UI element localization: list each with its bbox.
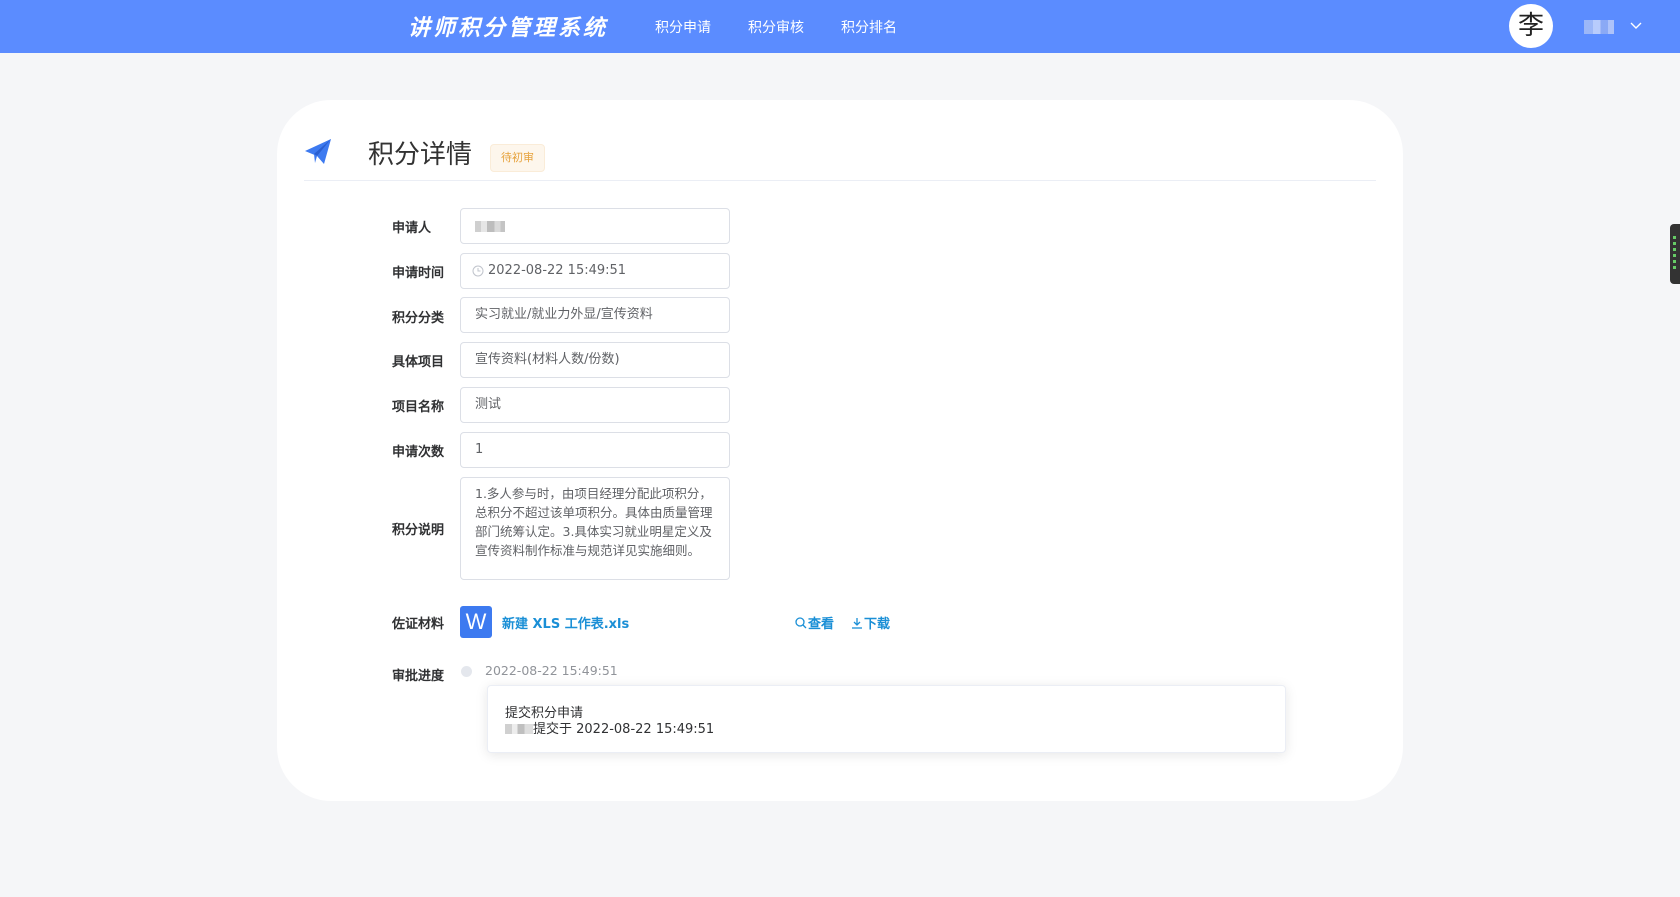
view-file-button[interactable]: 查看 (795, 613, 834, 632)
item-field: 宣传资料(材料人数/份数) (460, 342, 730, 378)
label-apply-count: 申请次数 (392, 445, 445, 460)
avatar[interactable]: 李 (1509, 4, 1553, 48)
timeline-card: 提交积分申请 提交于 2022-08-22 15:49:51 (487, 685, 1286, 753)
label-progress: 审批进度 (392, 669, 445, 684)
download-icon (852, 618, 862, 629)
project-name-field: 测试 (460, 387, 730, 423)
download-label: 下载 (864, 617, 891, 632)
page-title: 积分详情 (368, 140, 473, 170)
submitter-redacted (505, 724, 533, 734)
nav-apply-points[interactable]: 积分申请 (655, 17, 711, 37)
app-brand: 讲师积分管理系统 (408, 15, 609, 41)
word-file-icon: W (460, 606, 492, 638)
label-apply-time: 申请时间 (392, 266, 445, 281)
timeline-detail: 提交于 2022-08-22 15:49:51 (505, 718, 714, 737)
applicant-field (460, 208, 730, 244)
status-badge: 待初审 (490, 144, 545, 172)
label-project-name: 项目名称 (392, 400, 445, 415)
apply-time-field: 2022-08-22 15:49:51 (460, 253, 730, 289)
side-floating-tab[interactable] (1670, 224, 1680, 284)
nav-review-points[interactable]: 积分审核 (748, 17, 804, 37)
timeline-dot (461, 666, 472, 677)
label-applicant: 申请人 (392, 221, 432, 236)
evidence-file-link[interactable]: 新建 XLS 工作表.xls (502, 613, 629, 632)
search-icon (795, 617, 807, 629)
view-label: 查看 (808, 617, 835, 632)
user-menu[interactable] (1584, 18, 1664, 38)
label-evidence: 佐证材料 (392, 617, 445, 632)
username-redacted (1584, 20, 1614, 34)
description-textarea: 1.多人参与时，由项目经理分配此项积分，总积分不超过该单项积分。具体由质量管理部… (460, 477, 730, 580)
applicant-redacted (475, 221, 505, 232)
timeline-detail-text: 提交于 2022-08-22 15:49:51 (533, 722, 715, 737)
chevron-down-icon (1630, 22, 1642, 29)
clock-icon (472, 265, 484, 277)
nav-points-ranking[interactable]: 积分排名 (841, 17, 897, 37)
apply-time-value: 2022-08-22 15:49:51 (488, 263, 627, 278)
timeline-timestamp: 2022-08-22 15:49:51 (485, 663, 618, 678)
category-field: 实习就业/就业力外显/宣传资料 (460, 297, 730, 333)
apply-count-field: 1 (460, 432, 730, 468)
download-file-button[interactable]: 下载 (851, 613, 890, 632)
points-detail-card: 积分详情 待初审 申请人 申请时间 2022-08-22 15:49:51 积分… (277, 100, 1403, 801)
label-description: 积分说明 (392, 523, 445, 538)
label-item: 具体项目 (392, 355, 445, 370)
top-navbar: 讲师积分管理系统 积分申请 积分审核 积分排名 李 (0, 0, 1680, 53)
label-category: 积分分类 (392, 311, 445, 326)
paper-plane-icon (305, 139, 331, 164)
card-header: 积分详情 待初审 (304, 138, 1376, 181)
